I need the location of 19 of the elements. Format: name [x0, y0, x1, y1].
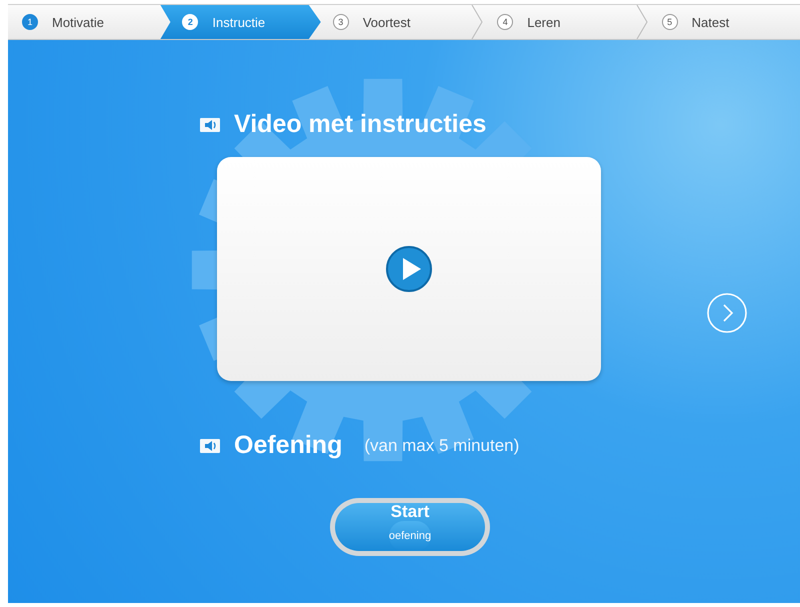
speaker-icon[interactable] [200, 118, 220, 132]
step-number: 1 [22, 14, 38, 30]
section-title: Oefening [234, 431, 342, 460]
duration-note: (van max 5 minuten) [364, 436, 520, 456]
step-number: 3 [332, 14, 349, 30]
next-icon[interactable] [706, 292, 748, 334]
step-tab[interactable]: 3 Voortest [318, 5, 472, 39]
section-title: Video met instructies [234, 110, 486, 139]
play-icon[interactable] [385, 245, 433, 293]
step-separator [471, 5, 484, 39]
step-tab[interactable]: 2 Instructie [160, 5, 321, 39]
step-tab[interactable]: 1 Motivatie [8, 5, 160, 39]
step-tab[interactable]: 5 Natest [648, 5, 800, 39]
speaker-icon[interactable] [200, 438, 220, 452]
step-number: 5 [662, 14, 678, 30]
step-number: 4 [497, 14, 514, 30]
step-tab[interactable]: 4 Leren [483, 5, 636, 39]
step-number: 2 [182, 14, 198, 30]
step-separator [636, 5, 648, 39]
